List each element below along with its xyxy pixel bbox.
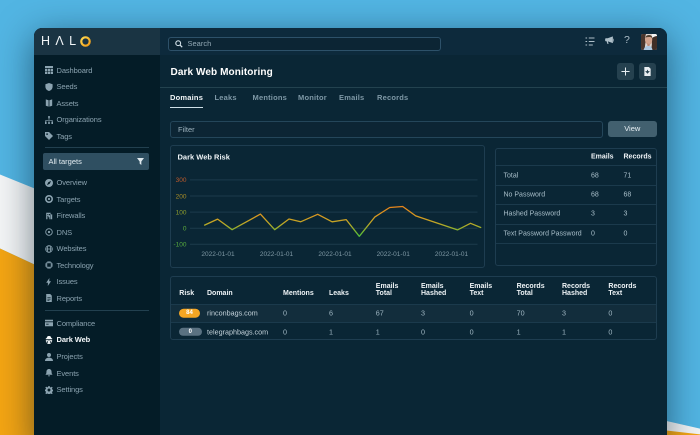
svg-text:2022-01-01: 2022-01-01 — [318, 251, 352, 258]
svg-text:2022-01-01: 2022-01-01 — [260, 251, 294, 258]
svg-text:100: 100 — [176, 209, 187, 216]
svg-text:2022-01-01: 2022-01-01 — [201, 251, 235, 258]
svg-text:2022-01-01: 2022-01-01 — [435, 251, 469, 258]
svg-text:-100: -100 — [173, 242, 186, 249]
svg-text:0: 0 — [183, 226, 187, 233]
svg-text:200: 200 — [176, 193, 187, 200]
svg-text:Dark Web Risk: Dark Web Risk — [178, 153, 231, 162]
svg-text:2022-01-01: 2022-01-01 — [377, 251, 411, 258]
svg-text:300: 300 — [176, 177, 187, 184]
